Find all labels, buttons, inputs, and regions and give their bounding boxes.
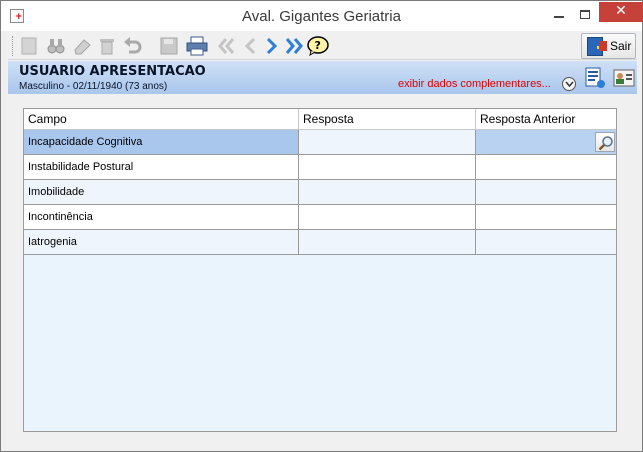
cell-resposta[interactable] [299, 230, 476, 254]
app-window: + Aval. Gigantes Geriatria ✕ ? Sair USUA… [0, 0, 643, 452]
print-icon[interactable] [186, 35, 208, 57]
extra-data-link[interactable]: exibir dados complementares... [398, 78, 551, 90]
minimize-button[interactable] [547, 5, 571, 25]
toolbar: ? Sair [8, 32, 637, 60]
cell-campo: Imobilidade [24, 180, 299, 204]
cell-resposta[interactable] [299, 130, 476, 154]
cell-campo: Incontinência [24, 205, 299, 229]
cell-resposta-anterior [476, 155, 616, 179]
eraser-icon[interactable] [71, 35, 93, 57]
last-record-icon[interactable] [284, 35, 306, 57]
exit-button-label: Sair [610, 39, 632, 53]
chevron-down-icon[interactable] [562, 77, 576, 91]
table-row[interactable]: Incapacidade Cognitiva [24, 130, 616, 155]
table-row[interactable]: Incontinência [24, 205, 616, 230]
maximize-button[interactable] [573, 5, 597, 25]
cell-resposta-anterior [476, 205, 616, 229]
title-bar[interactable]: + Aval. Gigantes Geriatria ✕ [1, 1, 643, 31]
exit-arrow-icon [599, 41, 607, 51]
patient-id-card-icon[interactable] [613, 67, 635, 89]
table-row[interactable]: Imobilidade [24, 180, 616, 205]
patient-name: USUARIO APRESENTACAO [19, 64, 206, 79]
patient-info: Masculino - 02/11/1940 (73 anos) [19, 81, 168, 92]
cell-resposta[interactable] [299, 180, 476, 204]
save-floppy-icon[interactable] [158, 35, 180, 57]
cell-campo: Iatrogenia [24, 230, 299, 254]
window-title: Aval. Gigantes Geriatria [242, 8, 401, 25]
evaluation-grid: Campo Resposta Resposta Anterior Incapac… [23, 108, 617, 432]
search-lookup-button[interactable] [595, 132, 615, 152]
svg-text:?: ? [315, 39, 321, 52]
delete-trash-icon[interactable] [96, 35, 118, 57]
cell-campo: Instabilidade Postural [24, 155, 299, 179]
patient-header: USUARIO APRESENTACAO Masculino - 02/11/1… [8, 61, 637, 94]
next-record-icon[interactable] [261, 35, 283, 57]
column-header-resposta-anterior[interactable]: Resposta Anterior [476, 109, 616, 130]
cell-resposta-anterior [476, 180, 616, 204]
undo-icon[interactable] [121, 35, 143, 57]
first-record-icon[interactable] [215, 35, 237, 57]
column-header-campo[interactable]: Campo [24, 109, 299, 130]
previous-record-icon[interactable] [239, 35, 261, 57]
close-button[interactable]: ✕ [599, 2, 643, 22]
column-header-resposta[interactable]: Resposta [299, 109, 476, 130]
cell-campo: Incapacidade Cognitiva [24, 130, 299, 154]
toolbar-grip [12, 36, 15, 56]
grid-header: Campo Resposta Resposta Anterior [24, 109, 616, 130]
cell-resposta[interactable] [299, 205, 476, 229]
table-row[interactable]: Iatrogenia [24, 230, 616, 255]
help-icon[interactable]: ? [307, 35, 329, 57]
table-row[interactable]: Instabilidade Postural [24, 155, 616, 180]
exit-button[interactable]: Sair [581, 33, 636, 59]
cell-resposta[interactable] [299, 155, 476, 179]
patient-record-icon[interactable] [584, 67, 606, 89]
magnifier-icon [598, 136, 613, 151]
search-binoculars-icon[interactable] [45, 35, 67, 57]
new-record-icon[interactable] [18, 35, 40, 57]
cell-resposta-anterior [476, 230, 616, 254]
